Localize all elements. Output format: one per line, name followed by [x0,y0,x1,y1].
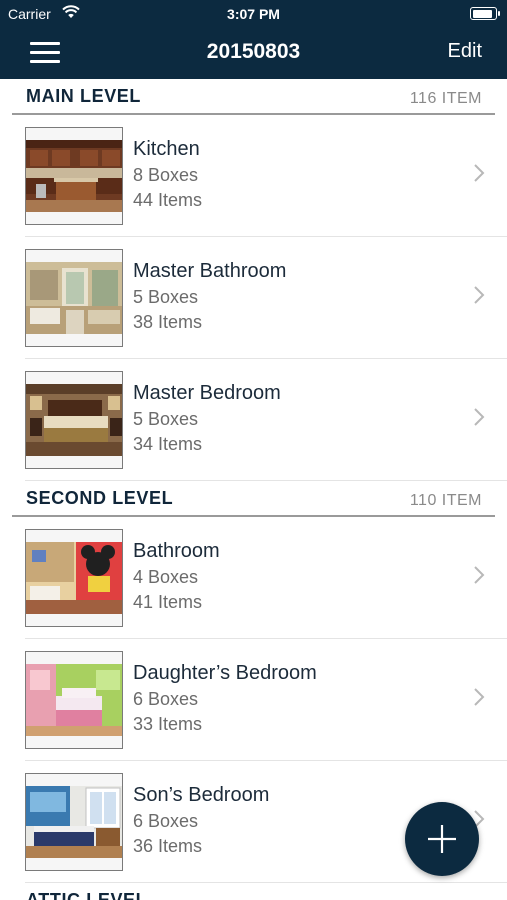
room-item-count: 38 Items [133,312,203,332]
room-photo [25,529,123,627]
chevron-right-icon [474,566,485,584]
navigation-bar: 20150803 Edit [0,28,507,79]
hamburger-menu-icon[interactable] [30,42,60,64]
room-row[interactable]: Bathroom 4 Boxes 41 Items [25,517,507,639]
room-name: Master Bathroom [133,260,287,282]
room-box-count: 5 Boxes [133,287,199,307]
room-name: Son’s Bedroom [133,784,270,806]
room-list[interactable]: MAIN LEVEL 116 ITEM Kitchen 8 Boxes 44 Items… [0,79,507,900]
chevron-right-icon [474,164,485,182]
chevron-right-icon [474,286,485,304]
section-title: ATTIC LEVEL [26,890,148,900]
section-header: SECOND LEVEL 110 ITEM [12,481,495,517]
room-photo [25,371,123,469]
room-item-count: 44 Items [133,190,203,210]
room-row[interactable]: Daughter’s Bedroom 6 Boxes 33 Items [25,639,507,761]
room-name: Kitchen [133,138,200,160]
clock: 3:07 PM [227,6,280,22]
room-name: Daughter’s Bedroom [133,662,317,684]
section-item-count: 116 ITEM [409,90,482,107]
room-box-count: 6 Boxes [133,689,199,709]
section-header: MAIN LEVEL 116 ITEM [12,79,495,115]
plus-icon [428,825,456,853]
room-photo [25,249,123,347]
status-bar: Carrier 3:07 PM [0,0,507,28]
add-room-button[interactable] [405,802,479,876]
section-header: ATTIC LEVEL [12,883,495,900]
chevron-right-icon [474,688,485,706]
page-title: 20150803 [206,40,301,63]
room-name: Master Bedroom [133,382,281,404]
room-photo [25,773,123,871]
room-item-count: 41 Items [133,592,203,612]
room-box-count: 6 Boxes [133,811,199,831]
room-box-count: 5 Boxes [133,409,199,429]
room-box-count: 4 Boxes [133,567,199,587]
room-row[interactable]: Master Bathroom 5 Boxes 38 Items [25,237,507,359]
room-item-count: 36 Items [133,836,203,856]
room-name: Bathroom [133,540,220,562]
section-title: MAIN LEVEL [26,86,142,106]
edit-button[interactable]: Edit [448,40,482,63]
room-row[interactable]: Kitchen 8 Boxes 44 Items [25,115,507,237]
room-photo [25,651,123,749]
section-item-count: 110 ITEM [409,492,482,509]
top-bar: Carrier 3:07 PM 20150803 Edit [0,0,507,79]
room-row[interactable]: Master Bedroom 5 Boxes 34 Items [25,359,507,481]
section-title: SECOND LEVEL [26,488,174,508]
room-item-count: 34 Items [133,434,203,454]
battery-icon [470,7,500,20]
chevron-right-icon [474,408,485,426]
room-box-count: 8 Boxes [133,165,199,185]
room-photo [25,127,123,225]
room-item-count: 33 Items [133,714,203,734]
